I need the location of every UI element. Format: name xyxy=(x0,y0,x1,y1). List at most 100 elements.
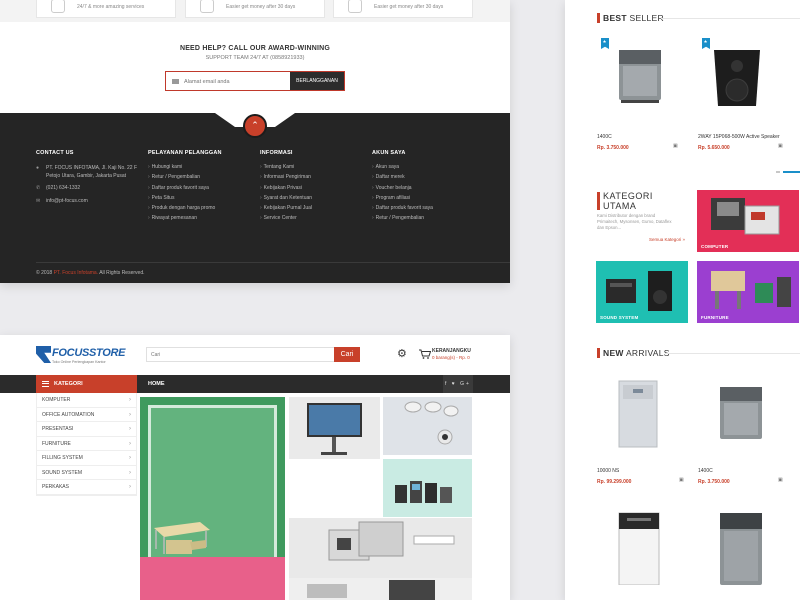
feature-card: 24/7 & more amazing services xyxy=(36,0,176,18)
cart-icon[interactable] xyxy=(419,349,431,359)
footer-link[interactable]: › Retur / Pengembalian xyxy=(148,174,258,180)
category-item[interactable]: KOMPUTER › xyxy=(37,393,136,408)
section-marker xyxy=(597,348,600,358)
footer-link[interactable]: › Hubungi kami xyxy=(148,164,258,170)
new-arrivals-title: NEW ARRIVALS xyxy=(603,348,670,358)
newsletter-title: NEED HELP? CALL OUR AWARD-WINNING xyxy=(179,45,331,52)
footer-link[interactable]: › Riwayat pemesanan xyxy=(148,215,258,221)
feature-card: Easier get money after 30 days xyxy=(333,0,473,18)
newsletter-email-input[interactable] xyxy=(184,75,284,88)
footer-col-contact: CONTACT US ● PT. FOCUS INFOTAMA, Jl. Kaj… xyxy=(36,150,146,209)
feature-text: 24/7 & more amazing services xyxy=(77,4,145,10)
footer-col-title: AKUN SAYA xyxy=(372,150,406,156)
add-to-cart-icon[interactable]: ▣ xyxy=(673,143,678,149)
footer-link[interactable]: › Produk dengan harga promo xyxy=(148,205,258,211)
footer-link[interactable]: › Informasi Pengiriman xyxy=(260,174,370,180)
nav-home-link[interactable]: HOME xyxy=(148,375,165,393)
banner-bottom[interactable] xyxy=(289,578,472,600)
email-icon: ✉ xyxy=(36,197,41,204)
banner-access-control[interactable] xyxy=(383,459,472,517)
category-item[interactable]: OFFICE AUTOMATION › xyxy=(37,408,136,422)
search-input[interactable] xyxy=(151,350,321,360)
add-to-cart-icon[interactable]: ▣ xyxy=(778,477,783,483)
footer-col-account: AKUN SAYA › Akun saya › Daftar merek › Vouc… xyxy=(372,150,482,226)
category-list: KOMPUTER › OFFICE AUTOMATION › PRESENTASI ›… xyxy=(36,393,137,496)
footer-link[interactable]: › Daftar produk favorit saya xyxy=(148,185,258,191)
chevron-right-icon: › xyxy=(129,469,131,476)
gear-icon[interactable]: ⚙ xyxy=(397,348,407,360)
main-navbar: KATEGORI HOME f ♥ G+ xyxy=(0,375,510,393)
footer-col-title: CONTACT US xyxy=(36,150,74,156)
section-marker xyxy=(597,13,600,23)
menu-icon xyxy=(42,381,49,387)
footer-link[interactable]: › Peta Situs xyxy=(148,195,258,201)
footer-link[interactable]: › Retur / Pengembalian xyxy=(372,215,482,221)
add-to-cart-icon[interactable]: ▣ xyxy=(679,477,684,483)
feature-card: Easier get money after 30 days xyxy=(185,0,325,18)
category-tile-computer[interactable]: COMPUTER xyxy=(697,190,799,252)
product-image xyxy=(619,50,661,103)
category-tile-sound-system[interactable]: SOUND SYSTEM xyxy=(596,261,688,323)
category-item[interactable]: PRESENTASI › xyxy=(37,422,136,437)
copyright-brand-link[interactable]: PT. Focus Infotama. xyxy=(54,270,98,276)
add-to-cart-icon[interactable]: ▣ xyxy=(778,143,783,149)
cart-label[interactable]: KERANJANGKU xyxy=(432,348,471,354)
category-tile-furniture[interactable]: FURNITURE xyxy=(697,261,799,323)
footer-link[interactable]: › Kebijakan Privasi xyxy=(260,185,370,191)
contact-address: ● PT. FOCUS INFOTAMA, Jl. Kaji No. 22 F … xyxy=(36,165,138,179)
category-item[interactable]: FURNITURE › xyxy=(37,437,136,451)
phone-icon: ✆ xyxy=(36,185,41,192)
chevron-right-icon: › xyxy=(129,411,131,418)
category-menu-toggle[interactable]: KATEGORI xyxy=(36,375,137,393)
footer-link[interactable]: › Program afiliasi xyxy=(372,195,482,201)
search-button[interactable]: Cari xyxy=(334,347,360,362)
footer-preview-panel: 24/7 & more amazing services Easier get … xyxy=(0,0,510,283)
footer-link[interactable]: › Tentang Kami xyxy=(260,164,370,170)
footer-link[interactable]: › Voucher belanja xyxy=(372,185,482,191)
product-image xyxy=(720,387,762,439)
banner-office-automation[interactable] xyxy=(289,518,472,578)
footer-link[interactable]: › Akun saya xyxy=(372,164,482,170)
footer-col-info: INFORMASI › Tentang Kami › Informasi Pengi… xyxy=(260,150,370,226)
hero-banner-furniture[interactable] xyxy=(140,397,285,600)
footer-link[interactable]: › Daftar merek xyxy=(372,174,482,180)
carousel-dot[interactable] xyxy=(776,171,780,173)
contact-email[interactable]: ✉ info@pt-focus.com xyxy=(36,197,146,205)
site-logo[interactable]: FOCUSSTORE Toko Online Perlengkapan Kant… xyxy=(36,346,126,368)
scroll-top-button[interactable]: ⌃ xyxy=(243,114,267,138)
cart-summary: 0 barang(s) - Rp. 0 xyxy=(432,355,470,360)
feature-text: Easier get money after 30 days xyxy=(226,4,296,10)
chevron-up-icon: ⌃ xyxy=(251,120,259,130)
banner-cctv[interactable] xyxy=(383,397,472,455)
banner-tv-stand[interactable] xyxy=(289,397,380,459)
product-image xyxy=(714,50,760,106)
kategori-utama-title: KATEGORI UTAMA xyxy=(603,191,653,211)
category-item[interactable]: SOUND SYSTEM › xyxy=(37,466,136,480)
footer-link[interactable]: › Daftar produk favorit saya xyxy=(372,205,482,211)
school-desk-image xyxy=(154,522,210,554)
carousel-dot-active[interactable] xyxy=(783,171,800,173)
footer-col-title: PELAYANAN PELANGGAN xyxy=(148,150,222,156)
logo-mark-icon xyxy=(36,346,51,363)
map-pin-icon: ● xyxy=(36,165,40,171)
newsletter-form: BERLANGGANAN xyxy=(165,71,345,91)
footer-link[interactable]: › Syarat dan Ketentuan xyxy=(260,195,370,201)
all-categories-link[interactable]: Semua Kategori » xyxy=(649,237,685,242)
kategori-description: Kami Distributor dengan brand Primaitech… xyxy=(597,213,672,230)
chevron-right-icon: › xyxy=(129,397,131,403)
homepage-preview-panel: FOCUSSTORE Toko Online Perlengkapan Kant… xyxy=(0,335,510,600)
feature-icon xyxy=(200,0,214,13)
category-item[interactable]: PERKAKAS › xyxy=(37,480,136,495)
feature-icon xyxy=(348,0,362,13)
social-links[interactable]: f ♥ G+ xyxy=(443,375,473,393)
mail-icon xyxy=(172,79,179,84)
right-column-panel: BEST SELLER 1400C Rp. 3.750.000 ▣ 2WAY 1… xyxy=(565,0,800,600)
footer-divider xyxy=(36,262,510,263)
footer-link[interactable]: › Kebijakan Purnal Jual xyxy=(260,205,370,211)
best-seller-title: BEST SELLER xyxy=(603,13,664,23)
category-item[interactable]: FILLING SYSTEM › xyxy=(37,451,136,466)
contact-phone: ✆ (021) 634-1332 xyxy=(36,185,81,192)
feature-icon xyxy=(51,0,65,13)
subscribe-button[interactable]: BERLANGGANAN xyxy=(290,72,344,90)
footer-link[interactable]: › Service Center xyxy=(260,215,370,221)
